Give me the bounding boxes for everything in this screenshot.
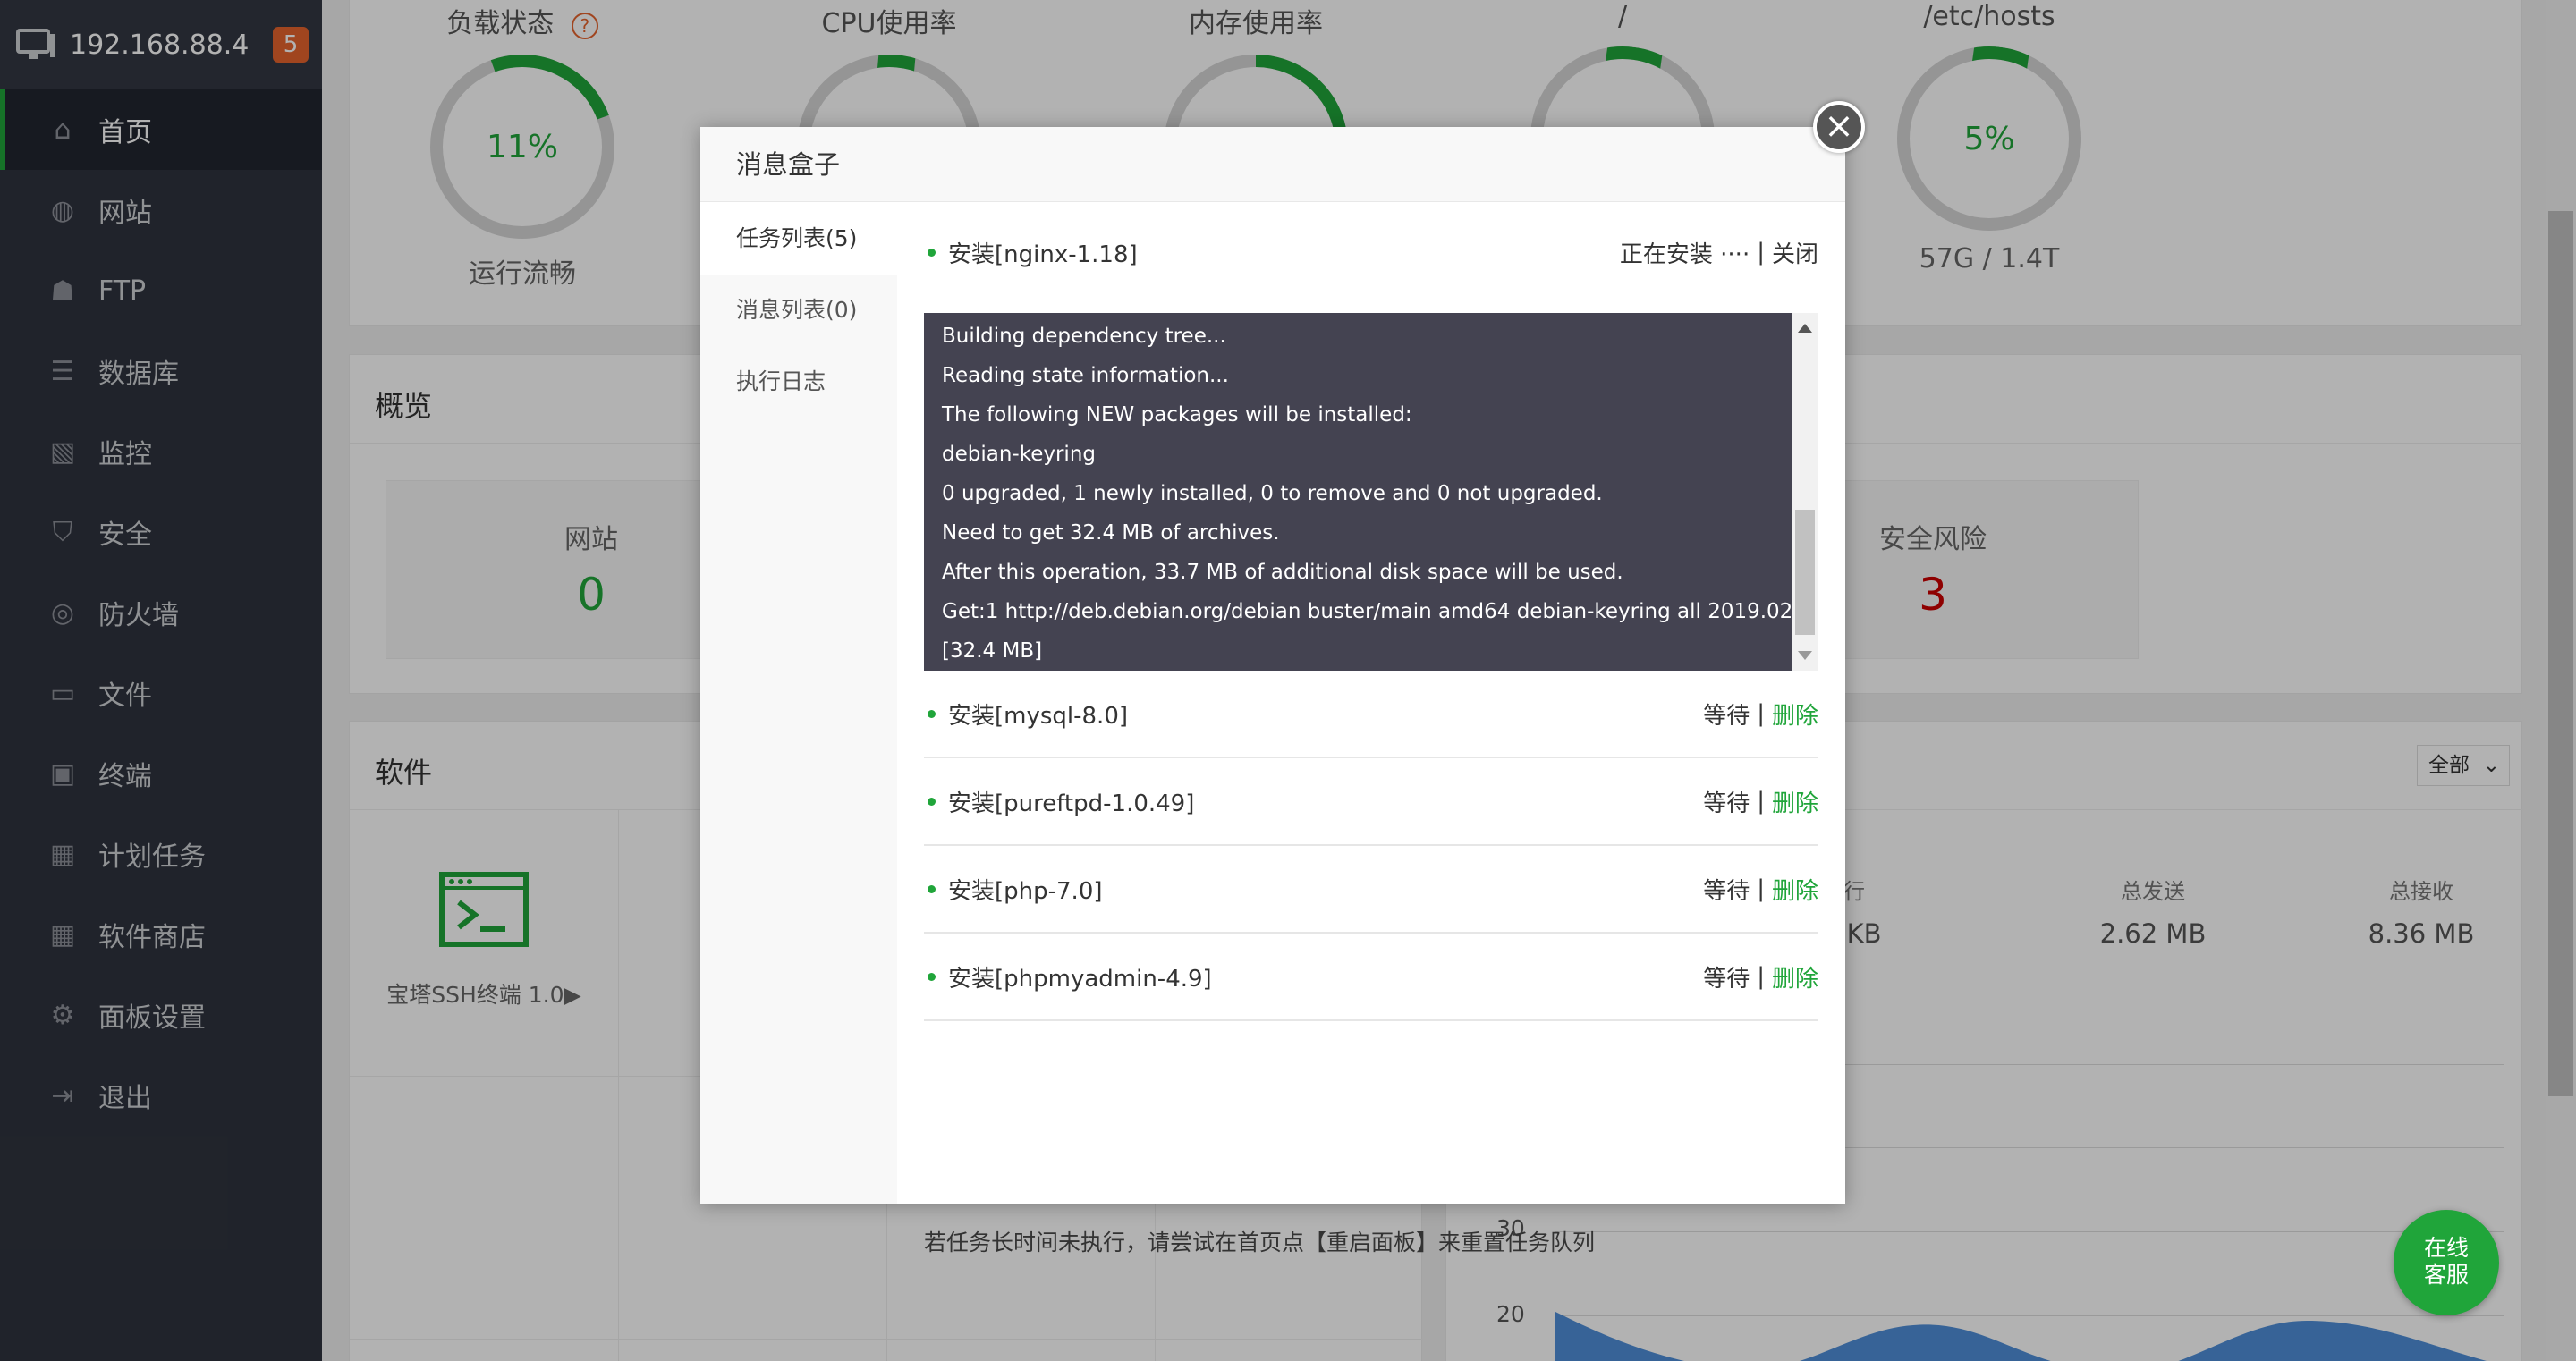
task-status: 等待 (1703, 702, 1750, 730)
task-row: 安装[mysql-8.0] 等待 | 删除 (924, 671, 1818, 758)
task-name: 安装[nginx-1.18] (948, 241, 1138, 268)
modal-tabs: 任务列表(5) 消息列表(0) 执行日志 (700, 203, 897, 1204)
tab-exec-log[interactable]: 执行日志 (700, 346, 897, 418)
status-dot (928, 248, 936, 257)
close-icon: × (1824, 106, 1854, 147)
log-line: 0 upgraded, 1 newly installed, 0 to remo… (942, 482, 1603, 505)
task-running: 安装[nginx-1.18] 正在安装 ···· | 关闭 (924, 203, 1818, 301)
modal-title: 消息盒子 (700, 127, 1845, 202)
task-status: 等待 (1703, 965, 1750, 993)
message-box-modal: 消息盒子 任务列表(5) 消息列表(0) 执行日志 安装[nginx-1.18]… (700, 127, 1845, 1255)
delete-link[interactable]: 删除 (1772, 697, 1818, 731)
online-support-button[interactable]: 在线 客服 (2394, 1210, 2499, 1315)
log-scrollbar-thumb[interactable] (1795, 510, 1815, 635)
install-log-lines: Building dependency tree... Reading state… (942, 317, 1818, 671)
task-row: 安装[php-7.0] 等待 | 删除 (924, 846, 1818, 934)
log-line: Reading state information... (942, 364, 1229, 387)
status-dot (928, 709, 936, 718)
log-line: debian-keyring (942, 443, 1096, 466)
tab-task-list[interactable]: 任务列表(5) (700, 203, 897, 275)
tab-message-list[interactable]: 消息列表(0) (700, 275, 897, 346)
scroll-down-icon[interactable] (1798, 651, 1812, 660)
task-close-link[interactable]: 关闭 (1772, 236, 1818, 269)
task-panel: 安装[nginx-1.18] 正在安装 ···· | 关闭 Building d… (924, 203, 1818, 1255)
online-support-line1: 在线 (2423, 1235, 2469, 1261)
delete-link[interactable]: 删除 (1772, 873, 1818, 906)
task-status: 等待 (1703, 790, 1750, 817)
status-dot (928, 972, 936, 981)
log-line: Building dependency tree... (942, 325, 1226, 348)
separator: | (1757, 875, 1765, 902)
status-dot (928, 797, 936, 806)
task-name: 安装[php-7.0] (948, 877, 1103, 905)
scroll-up-icon[interactable] (1798, 324, 1812, 333)
online-support-line2: 客服 (2423, 1262, 2469, 1288)
log-line: The following NEW packages will be insta… (942, 403, 1412, 427)
task-row: 安装[pureftpd-1.0.49] 等待 | 删除 (924, 758, 1818, 846)
log-scrollbar[interactable] (1792, 313, 1818, 671)
task-name: 安装[mysql-8.0] (948, 702, 1129, 730)
task-name: 安装[phpmyadmin-4.9] (948, 965, 1212, 993)
modal-footer-hint: 若任务长时间未执行，请尝试在首页点【重启面板】来重置任务队列 (924, 1230, 1596, 1255)
separator: | (1757, 700, 1765, 727)
install-log[interactable]: Building dependency tree... Reading state… (924, 313, 1818, 671)
separator: | (1757, 963, 1765, 990)
task-status: 正在安装 ···· (1619, 241, 1750, 268)
log-line: Get:1 http://deb.debian.org/debian buste… (942, 600, 1818, 623)
delete-link[interactable]: 删除 (1772, 785, 1818, 818)
task-row: 安装[phpmyadmin-4.9] 等待 | 删除 (924, 934, 1818, 1021)
separator: | (1757, 788, 1765, 815)
log-line: [32.4 MB] (942, 639, 1043, 663)
delete-link[interactable]: 删除 (1772, 960, 1818, 993)
log-line: After this operation, 33.7 MB of additio… (942, 561, 1623, 584)
task-name: 安装[pureftpd-1.0.49] (948, 790, 1195, 817)
task-status: 等待 (1703, 877, 1750, 905)
status-dot (928, 884, 936, 893)
log-line: Need to get 32.4 MB of archives. (942, 521, 1280, 545)
modal-close-button[interactable]: × (1813, 101, 1865, 153)
separator: | (1757, 239, 1765, 266)
